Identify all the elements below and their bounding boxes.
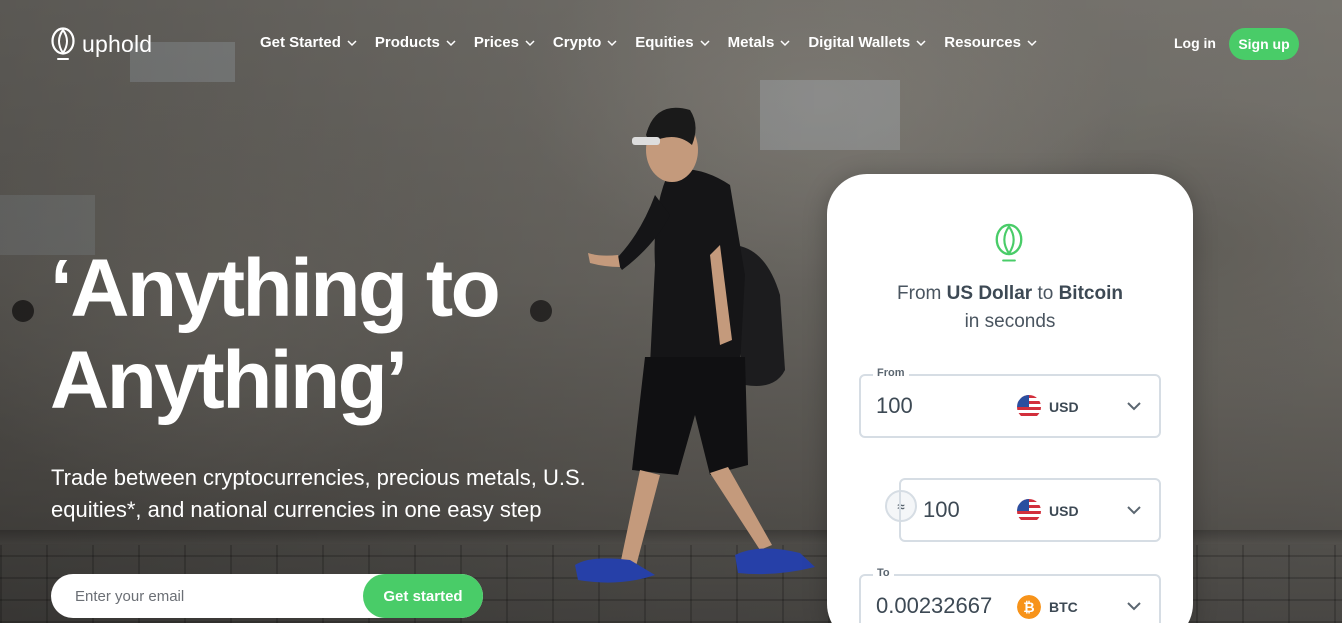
svg-text:₿: ₿ bbox=[1023, 600, 1034, 616]
chevron-down-icon bbox=[700, 39, 710, 46]
nav-item-equities[interactable]: Equities bbox=[635, 34, 710, 51]
hero-headline-line-2: Anything’ bbox=[50, 335, 408, 426]
to-amount-value[interactable]: 0.00232667 bbox=[876, 593, 992, 619]
title-from-currency: US Dollar bbox=[946, 283, 1033, 304]
email-signup-form: Get started bbox=[51, 574, 483, 618]
hero-headline-line-1: ‘Anything to bbox=[50, 243, 501, 334]
top-navigation: uphold Get Started Products Prices Crypt… bbox=[0, 0, 1342, 88]
from-amount-value[interactable]: 100 bbox=[876, 393, 913, 419]
intermediate-amount-field[interactable]: 100 USD bbox=[899, 478, 1161, 542]
login-link[interactable]: Log in bbox=[1174, 35, 1216, 51]
get-started-button[interactable]: Get started bbox=[363, 574, 483, 618]
intermediate-currency-select[interactable]: USD bbox=[1017, 499, 1079, 523]
from-currency-code: USD bbox=[1049, 399, 1079, 415]
nav-item-crypto[interactable]: Crypto bbox=[553, 34, 617, 51]
nav-item-label: Get Started bbox=[260, 34, 341, 51]
us-flag-icon bbox=[1017, 395, 1041, 419]
intermediate-amount-value[interactable]: 100 bbox=[923, 497, 960, 523]
chevron-down-icon bbox=[347, 39, 357, 46]
nav-item-label: Equities bbox=[635, 34, 694, 51]
title-to-currency: Bitcoin bbox=[1058, 283, 1123, 304]
to-amount-field[interactable]: To 0.00232667 ₿ BTC bbox=[859, 567, 1161, 623]
bitcoin-icon: ₿ bbox=[1017, 595, 1041, 619]
intermediate-currency-code: USD bbox=[1049, 503, 1079, 519]
to-field-label: To bbox=[873, 567, 894, 579]
nav-item-resources[interactable]: Resources bbox=[944, 34, 1037, 51]
hero-subheadline: Trade between cryptocurrencies, precious… bbox=[51, 465, 586, 522]
nav-item-products[interactable]: Products bbox=[375, 34, 456, 51]
nav-item-digital-wallets[interactable]: Digital Wallets bbox=[808, 34, 926, 51]
nav-item-label: Resources bbox=[944, 34, 1021, 51]
email-input[interactable] bbox=[51, 574, 363, 618]
signup-button[interactable]: Sign up bbox=[1229, 28, 1299, 60]
chevron-down-icon bbox=[1127, 602, 1141, 611]
chevron-down-icon bbox=[780, 39, 790, 46]
nav-item-label: Metals bbox=[727, 34, 775, 51]
nav-item-metals[interactable]: Metals bbox=[728, 34, 791, 51]
chevron-down-icon bbox=[446, 39, 456, 46]
uphold-logo-icon bbox=[995, 223, 1023, 262]
from-amount-field[interactable]: From 100 USD bbox=[859, 367, 1161, 438]
converter-title-line-2: in seconds bbox=[964, 311, 1056, 332]
nav-item-get-started[interactable]: Get Started bbox=[260, 34, 357, 51]
chevron-down-icon bbox=[1027, 39, 1037, 46]
from-currency-select[interactable]: USD bbox=[1017, 395, 1079, 419]
title-from-prefix: From bbox=[897, 283, 947, 304]
chevron-down-icon bbox=[525, 39, 535, 46]
nav-item-label: Digital Wallets bbox=[808, 34, 911, 51]
us-flag-icon bbox=[1017, 499, 1041, 523]
hero-headline: ‘Anything to Anything’ bbox=[50, 243, 610, 427]
chevron-down-icon bbox=[1127, 506, 1141, 515]
nav-item-label: Products bbox=[374, 34, 440, 51]
converter-title: From US Dollar to Bitcoin in seconds bbox=[827, 280, 1193, 336]
to-currency-select[interactable]: ₿ BTC bbox=[1017, 595, 1078, 619]
converter-title-line-1: From US Dollar to Bitcoin bbox=[827, 280, 1193, 308]
logo-wordmark: uphold bbox=[82, 30, 153, 57]
chevron-down-icon bbox=[916, 39, 926, 46]
to-currency-code: BTC bbox=[1049, 599, 1078, 615]
from-field-label: From bbox=[873, 367, 909, 379]
uphold-logo-icon bbox=[51, 27, 75, 60]
nav-item-label: Crypto bbox=[552, 34, 602, 51]
currency-converter-card: From US Dollar to Bitcoin in seconds Fro… bbox=[827, 174, 1193, 623]
uphold-logo[interactable]: uphold bbox=[50, 26, 152, 62]
chevron-down-icon bbox=[607, 39, 617, 46]
title-to-word: to bbox=[1032, 283, 1059, 304]
chevron-down-icon bbox=[1127, 402, 1141, 411]
nav-item-prices[interactable]: Prices bbox=[474, 34, 535, 51]
main-menu: Get Started Products Prices Crypto Equit… bbox=[260, 34, 1055, 51]
nav-item-label: Prices bbox=[473, 34, 519, 51]
